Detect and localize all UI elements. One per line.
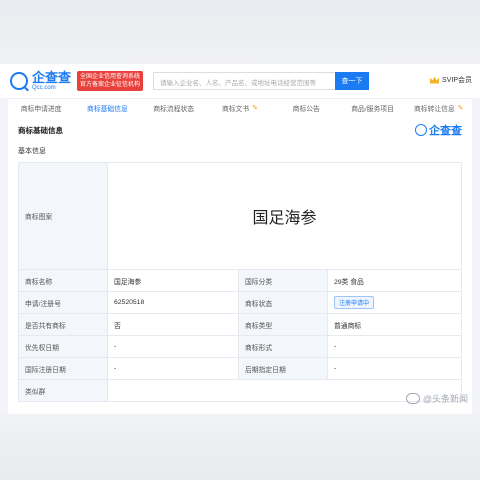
toutiao-watermark: @头条新闻 xyxy=(405,392,468,405)
crown-icon xyxy=(430,76,440,84)
tab-application-progress[interactable]: 商标申请进度 xyxy=(8,99,74,117)
panel-logo-text: 企查查 xyxy=(429,125,462,137)
row-key: 商标类型 xyxy=(238,313,328,336)
trademark-tabs: 商标申请进度 商标基础信息 商标流程状态 商标文书 ✎ 商标公告 商品/服务项目 … xyxy=(8,98,472,118)
weibo-icon xyxy=(405,393,420,404)
badge-line-1: 全国企业信用查询系统 xyxy=(80,74,141,80)
tab-announcements[interactable]: 商标公告 xyxy=(273,99,339,117)
qcc-logo[interactable]: 企查查 Qcc.com xyxy=(10,71,71,91)
qcc-logo-icon xyxy=(415,124,427,136)
row-value: - xyxy=(107,335,239,358)
row-key: 国际注册日期 xyxy=(18,357,108,380)
tab-label: 商标申请进度 xyxy=(20,106,62,113)
trademark-detail-table: 商标图案 国足海参 商标名称 国足海参 国际分类 29类 食品 申请/注册号 6… xyxy=(18,162,462,402)
tab-process-status[interactable]: 商标流程状态 xyxy=(141,99,207,117)
search-button[interactable]: 查一下 xyxy=(335,72,370,90)
row-value: - xyxy=(107,357,239,380)
row-key: 商标状态 xyxy=(238,291,328,314)
row-value: 普通商标 xyxy=(327,313,462,336)
svip-member-link[interactable]: SVIP会员 xyxy=(430,75,472,85)
tab-transfer-info[interactable]: 商标转让信息 ✎ xyxy=(406,99,472,117)
tab-label: 商标转让信息 xyxy=(414,106,455,113)
row-key: 申请/注册号 xyxy=(18,291,108,314)
top-blur-area xyxy=(0,0,480,64)
search-input[interactable]: 请输入企业名、人名、产品名、或地址电话经营范围等 xyxy=(153,72,336,90)
tab-label: 商标流程状态 xyxy=(153,106,195,113)
row-key: 后期指定日期 xyxy=(238,357,328,380)
status-badge: 注册申请中 xyxy=(334,296,375,309)
table-row: 申请/注册号 62520518 商标状态 注册申请中 xyxy=(18,291,462,314)
tab-basic-info[interactable]: 商标基础信息 xyxy=(74,99,140,118)
tab-goods-services[interactable]: 商品/服务项目 xyxy=(339,99,405,117)
table-row: 国际注册日期 - 后期指定日期 - xyxy=(18,357,462,380)
svip-label: SVIP会员 xyxy=(442,77,472,84)
site-header: 企查查 Qcc.com 全国企业信用查询系统 官方备案企业征信机构 请输入企业名… xyxy=(0,64,480,98)
row-key: 商标图案 xyxy=(18,162,108,270)
panel-qcc-logo: 企查查 xyxy=(415,122,462,138)
logo-domain: Qcc.com xyxy=(32,85,56,91)
row-key: 国际分类 xyxy=(238,269,328,292)
row-key: 商标名称 xyxy=(18,269,108,292)
table-row: 商标名称 国足海参 国际分类 29类 食品 xyxy=(18,269,462,292)
row-value: - xyxy=(327,335,462,358)
row-value: 国足海参 xyxy=(107,269,239,292)
vip-icon: ✎ xyxy=(252,105,259,112)
trademark-info-panel: 商标基础信息 企查查 基本信息 商标图案 国足海参 商标名称 国足海参 国际分类… xyxy=(8,116,472,414)
bottom-blur-area xyxy=(0,414,480,480)
row-value: 62520518 xyxy=(107,291,239,314)
table-row: 优先权日期 - 商标形式 - xyxy=(18,335,462,358)
row-value: 注册申请中 xyxy=(327,291,462,314)
table-row: 是否共有商标 否 商标类型 普通商标 xyxy=(18,313,462,336)
panel-title: 商标基础信息 xyxy=(18,126,63,135)
qcc-logo-icon xyxy=(10,72,28,90)
row-key: 类似群 xyxy=(18,379,108,402)
row-key: 是否共有商标 xyxy=(18,313,108,336)
row-key: 优先权日期 xyxy=(18,335,108,358)
tab-label: 商标公告 xyxy=(292,106,320,113)
tab-label: 商标文书 xyxy=(221,106,250,113)
row-key: 商标形式 xyxy=(238,335,328,358)
tab-label: 商标基础信息 xyxy=(87,106,128,113)
row-value: - xyxy=(327,357,462,380)
official-badge: 全国企业信用查询系统 官方备案企业征信机构 xyxy=(77,71,144,91)
trademark-image[interactable]: 国足海参 xyxy=(107,162,462,270)
trademark-image-text: 国足海参 xyxy=(252,208,317,227)
tab-documents[interactable]: 商标文书 ✎ xyxy=(207,99,273,117)
row-value: 否 xyxy=(107,313,239,336)
logo-name: 企查查 xyxy=(32,70,72,85)
section-label: 基本信息 xyxy=(18,148,46,155)
row-value: 29类 食品 xyxy=(327,269,462,292)
table-row: 商标图案 国足海参 xyxy=(18,162,462,270)
vip-icon: ✎ xyxy=(457,105,464,112)
table-row: 类似群 xyxy=(18,379,462,402)
tab-label: 商品/服务项目 xyxy=(351,106,394,113)
watermark-text: @头条新闻 xyxy=(422,394,468,404)
badge-line-2: 官方备案企业征信机构 xyxy=(80,82,141,88)
